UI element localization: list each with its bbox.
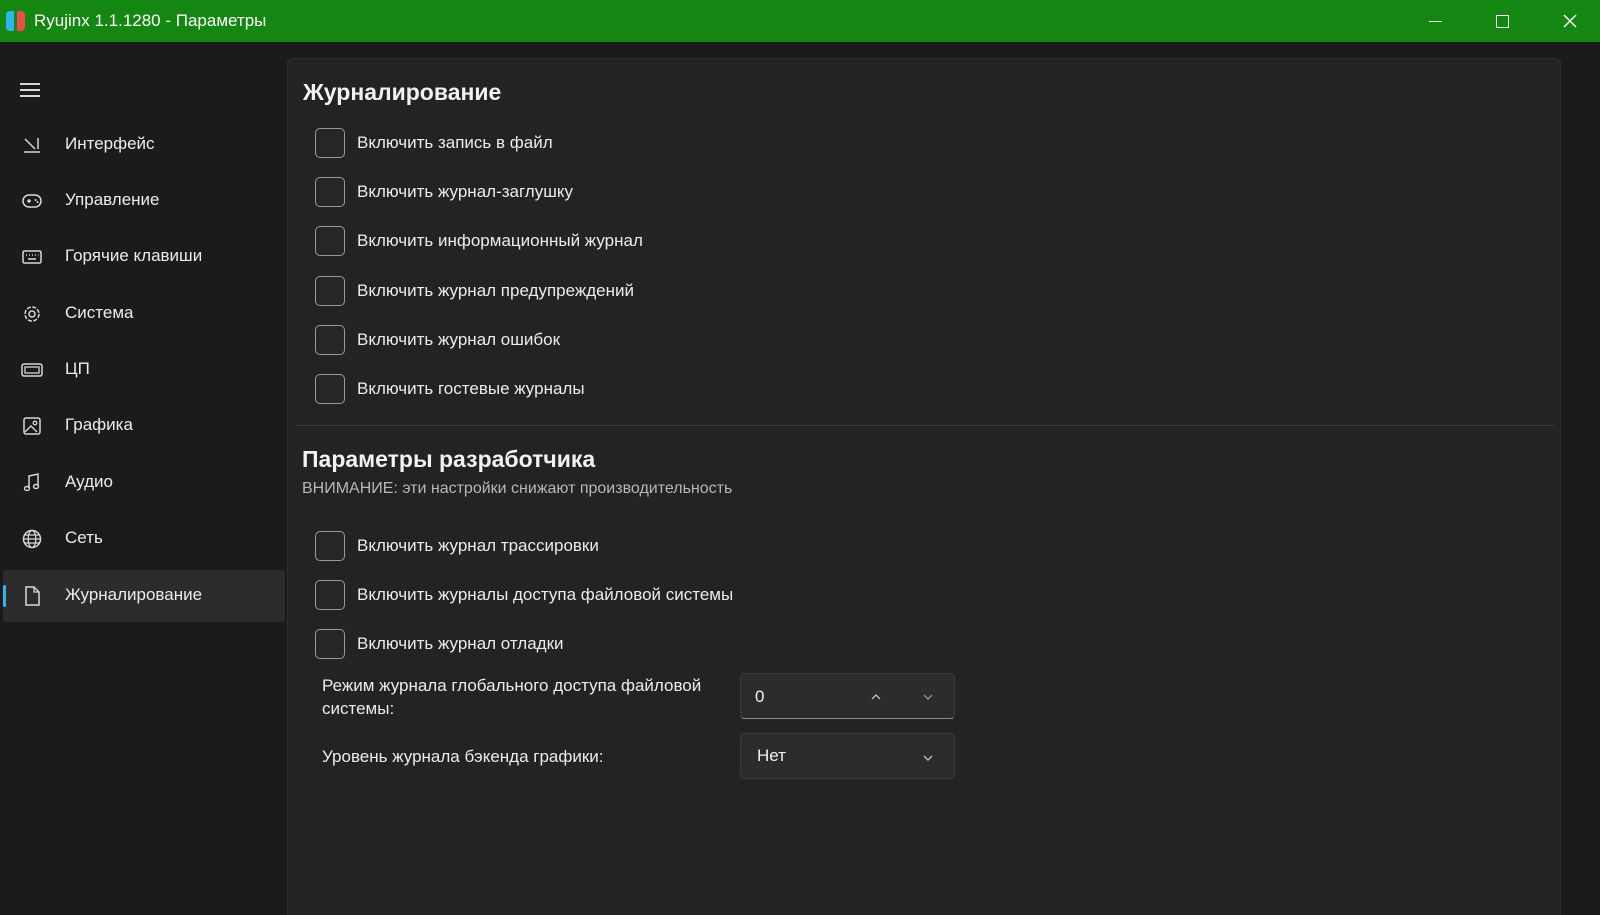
checkbox[interactable] [315,580,345,610]
checkbox-label: Включить журнал трассировки [357,536,599,555]
image-icon [23,417,41,435]
sidebar-item-label: Графика [65,415,133,434]
music-note-icon [23,473,40,492]
window-title: Ryujinx 1.1.1280 - Параметры [34,11,267,30]
checkbox[interactable] [315,276,345,306]
close-icon [1563,14,1577,28]
sidebar: Интерфейс Управление Горячие клавиши Сис… [0,42,287,915]
select-value: Нет [757,746,786,765]
logging-option[interactable]: Включить журнал ошибок [315,324,560,356]
maximize-icon [1495,14,1509,28]
chevron-down-icon[interactable] [917,686,939,708]
sidebar-item-label: Интерфейс [65,134,155,153]
sidebar-item-system[interactable]: Система [3,288,285,340]
hamburger-menu-icon[interactable] [20,82,42,98]
sidebar-item-label: Горячие клавиши [65,246,203,265]
minimize-icon [1428,20,1442,22]
checkbox[interactable] [315,374,345,404]
sidebar-item-label: Аудио [65,472,113,491]
checkbox[interactable] [315,325,345,355]
gamepad-icon [22,194,42,208]
sidebar-item-controls[interactable]: Управление [3,175,285,227]
checkbox[interactable] [315,226,345,256]
sidebar-item-network[interactable]: Сеть [3,513,285,565]
checkbox-label: Включить журнал отладки [357,634,564,653]
sidebar-item-hotkeys[interactable]: Горячие клавиши [3,231,285,283]
sidebar-item-cpu[interactable]: ЦП [3,344,285,396]
minimize-button[interactable] [1405,0,1465,42]
gear-icon [24,306,40,322]
developer-option[interactable]: Включить журналы доступа файловой систем… [315,579,733,611]
checkbox-label: Включить запись в файл [357,133,553,152]
checkbox-label: Включить информационный журнал [357,231,643,250]
ryujinx-logo-icon [6,11,26,31]
sidebar-item-label: Система [65,303,134,322]
checkbox[interactable] [315,629,345,659]
close-button[interactable] [1540,0,1600,42]
checkbox-label: Включить журнал ошибок [357,330,561,349]
logging-option[interactable]: Включить журнал-заглушку [315,176,573,208]
sidebar-item-logging[interactable]: Журналирование [3,570,285,622]
settings-content-panel: Журналирование Включить запись в файл Вк… [287,58,1561,915]
graphics-backend-level-label: Уровень журнала бэкенда графики: [322,747,604,766]
sidebar-item-audio[interactable]: Аудио [3,457,285,509]
interface-icon [24,138,40,153]
developer-option[interactable]: Включить журнал трассировки [315,530,599,562]
logging-section-title: Журналирование [303,79,502,105]
checkbox[interactable] [315,531,345,561]
checkbox-label: Включить журнал предупреждений [357,281,635,300]
logging-option[interactable]: Включить журнал предупреждений [315,275,634,307]
performance-warning: ВНИМАНИЕ: эти настройки снижают производ… [302,480,733,497]
sidebar-item-label: Журналирование [65,585,203,604]
fs-access-mode-label: Режим журнала глобального доступа файлов… [322,676,702,718]
chevron-up-icon[interactable] [865,686,887,708]
chevron-down-icon [923,755,933,761]
sidebar-item-graphics[interactable]: Графика [3,400,285,452]
numeric-value: 0 [755,687,765,706]
logging-option[interactable]: Включить запись в файл [315,127,553,159]
cpu-icon [21,363,43,377]
section-divider [296,425,1554,426]
title-bar: Ryujinx 1.1.1280 - Параметры [0,0,1600,42]
keyboard-icon [22,250,42,264]
checkbox-label: Включить гостевые журналы [357,379,585,398]
document-icon [25,586,40,606]
checkbox[interactable] [315,177,345,207]
sidebar-item-label: Сеть [65,528,103,547]
sidebar-item-label: ЦП [65,359,90,378]
checkbox-label: Включить журналы доступа файловой систем… [357,585,734,604]
active-indicator [3,585,6,607]
checkbox[interactable] [315,128,345,158]
maximize-button[interactable] [1472,0,1532,42]
developer-section-title: Параметры разработчика [302,446,596,472]
sidebar-item-label: Управление [65,190,160,209]
developer-option[interactable]: Включить журнал отладки [315,628,564,660]
logging-option[interactable]: Включить информационный журнал [315,225,643,257]
globe-icon [22,529,42,549]
sidebar-item-interface[interactable]: Интерфейс [3,119,285,171]
logging-option[interactable]: Включить гостевые журналы [315,373,585,405]
graphics-backend-level-select[interactable]: Нет [740,733,955,779]
fs-access-mode-numeric-input[interactable]: 0 [740,673,955,719]
checkbox-label: Включить журнал-заглушку [357,182,573,201]
